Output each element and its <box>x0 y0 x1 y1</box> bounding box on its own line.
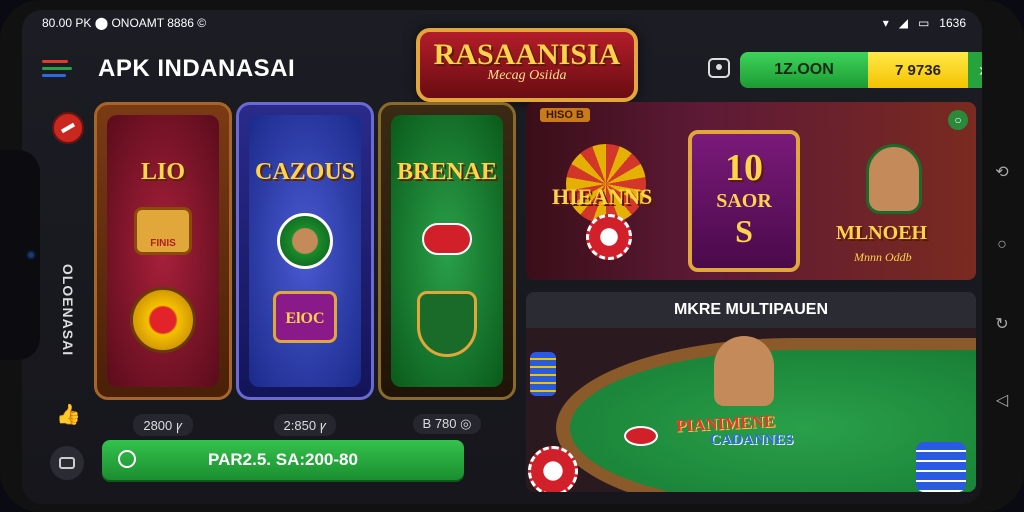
treasure-icon <box>130 287 196 353</box>
sidebar-vertical-label: OLOENASAI <box>60 263 76 357</box>
game-cards: LIO FINIS CAZOUS ElOC BRENAE 2800 ꝩ 2:85… <box>94 102 516 436</box>
game-card-blue[interactable]: CAZOUS ElOC <box>236 102 374 400</box>
speech-bubble-icon <box>422 223 472 255</box>
status-left: 80.00 PK ⬤ ONOAMT 8886 © <box>42 16 207 30</box>
promo-banner[interactable]: HISO B HIEANNS 10 SAOR S MLNOEH Mnnn Odd… <box>526 102 976 280</box>
wifi-icon: ▾ <box>882 16 889 30</box>
search-icon <box>118 450 136 468</box>
card-title: LIO <box>140 159 185 185</box>
phone-frame: 80.00 PK ⬤ ONOAMT 8886 © ▾ ◢ ▭ 1636 APK … <box>0 0 1024 512</box>
balance-arrow-icon[interactable]: › <box>968 52 982 88</box>
clover-icon <box>277 213 333 269</box>
screen: 80.00 PK ⬤ ONOAMT 8886 © ▾ ◢ ▭ 1636 APK … <box>22 10 982 504</box>
card-price-value: 2:850 ꝩ <box>273 414 337 436</box>
chip-stack-icon <box>916 442 966 492</box>
status-right: 1636 <box>939 16 966 30</box>
balance-secondary: 7 9736 <box>868 52 968 88</box>
promo-right-sub: Mnnn Oddb <box>854 250 912 264</box>
rotate-icon[interactable]: ⟲ <box>992 162 1012 182</box>
wallet-icon[interactable] <box>708 58 730 78</box>
character-avatar <box>866 144 922 214</box>
card-price-value: 2800 ꝩ <box>133 414 193 436</box>
inbox-button[interactable] <box>50 446 84 480</box>
poker-chip-icon <box>586 214 632 260</box>
card-emblem: ElOC <box>273 291 337 343</box>
play-button[interactable]: PAR2.5. SA:200-80 <box>102 440 464 480</box>
app-title: APK INDANASAI <box>98 55 296 82</box>
promo-badge-icon[interactable] <box>52 112 84 144</box>
home-icon[interactable]: ○ <box>992 236 1012 256</box>
multiplayer-title: MKRE MULTIPAUEN <box>526 292 976 328</box>
promo-box-word: SAOR <box>716 190 772 212</box>
chip-stack-icon <box>530 352 556 396</box>
promo-left-title: HIEANNS <box>552 184 653 209</box>
menu-icon[interactable] <box>36 54 76 84</box>
battery-icon: ▭ <box>917 16 930 30</box>
card-price: 2:850 ꝩ <box>236 414 374 436</box>
card-price: 2800 ꝩ <box>94 414 232 436</box>
card-title: BRENAE <box>396 159 498 185</box>
poker-chip-icon <box>528 446 578 492</box>
game-card-red[interactable]: LIO FINIS <box>94 102 232 400</box>
promo-box-symbol: S <box>735 213 753 249</box>
back-icon[interactable]: ◁ <box>992 390 1012 410</box>
multiplayer-line2: CADANNES <box>710 432 794 448</box>
promo-box: 10 SAOR S <box>688 130 800 272</box>
card-price-value: B 780 ◎ <box>412 414 482 434</box>
game-card-green[interactable]: BRENAE <box>378 102 516 400</box>
logo-main: RASAANISIA <box>433 38 621 71</box>
card-emblem-tag: ElOC <box>285 310 325 327</box>
dealer-avatar <box>714 336 774 406</box>
card-price: B 780 ◎ <box>378 414 516 434</box>
brand-logo[interactable]: RASAANISIA Mecag Osiida <box>416 28 638 102</box>
close-icon[interactable]: ○ <box>948 110 968 130</box>
promo-box-number: 10 <box>725 147 763 189</box>
promo-right-title: MLNOEH <box>836 222 928 244</box>
refresh-icon[interactable]: ↻ <box>992 314 1012 334</box>
thumbs-up-icon[interactable]: 👍 <box>56 402 81 426</box>
left-sidebar: OLOENASAI 👍 <box>48 102 88 492</box>
card-emblem: FINIS <box>134 207 192 255</box>
card-title: CAZOUS <box>254 159 356 185</box>
signal-icon: ◢ <box>898 16 908 30</box>
multiplayer-panel[interactable]: MKRE MULTIPAUEN PIANIMENE CADANNES <box>526 292 976 492</box>
inbox-icon <box>59 457 75 469</box>
camera-icon <box>26 250 36 260</box>
play-button-label: PAR2.5. SA:200-80 <box>208 450 358 469</box>
promo-tag: HISO B <box>540 108 590 122</box>
poker-chip-icon <box>624 426 658 446</box>
android-navbar: ⟲ ○ ↻ ◁ <box>986 90 1018 430</box>
balance-bar[interactable]: 1Z.OON 7 9736 › <box>740 52 982 88</box>
balance-amount: 1Z.OON <box>740 52 868 88</box>
card-emblem-tag: FINIS <box>150 238 176 249</box>
app-header: APK INDANASAI RASAANISIA Mecag Osiida 1Z… <box>36 28 982 102</box>
shield-icon <box>417 291 477 357</box>
